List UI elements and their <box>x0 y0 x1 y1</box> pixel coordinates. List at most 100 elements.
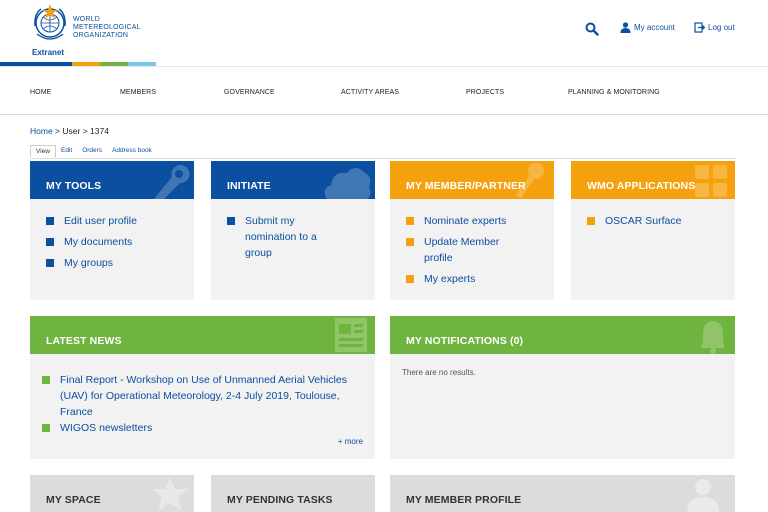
user-icon <box>620 22 631 33</box>
pending-tasks-header: MY PENDING TASKS <box>211 475 375 512</box>
list-item[interactable]: Final Report - Workshop on Use of Unmann… <box>42 372 361 420</box>
bullet-icon <box>227 217 235 225</box>
no-results-text: There are no results. <box>402 368 476 377</box>
nav-home[interactable]: HOME <box>30 89 51 96</box>
my-account-label: My account <box>634 23 675 32</box>
list-item[interactable]: Nominate experts <box>406 213 554 229</box>
breadcrumb: Home > User > 1374 <box>30 126 109 136</box>
list-item[interactable]: My documents <box>46 234 194 250</box>
bullet-icon <box>46 259 54 267</box>
extranet-label: Extranet <box>32 48 65 57</box>
my-space-header: MY SPACE <box>30 475 194 512</box>
logout-icon <box>694 22 705 33</box>
org-name-line2: METEREOLOGICAL <box>73 24 141 31</box>
star-icon <box>152 477 188 511</box>
bullet-icon <box>42 424 50 432</box>
member-partner-title: MY MEMBER/PARTNER <box>406 180 526 192</box>
newspaper-icon <box>335 318 367 352</box>
breadcrumb-id: 1374 <box>90 126 109 136</box>
tools-icon <box>154 165 190 199</box>
tabs-divider <box>30 158 736 159</box>
wmo-applications-card: WMO APPLICATIONS OSCAR Surface <box>571 161 735 300</box>
oscar-surface-link[interactable]: OSCAR Surface <box>605 215 681 227</box>
initiate-card: INITIATE Submit my nomination to a group <box>211 161 375 300</box>
person-icon <box>687 479 719 512</box>
nav-planning-monitoring[interactable]: PLANNING & MONITORING <box>568 89 660 96</box>
list-item[interactable]: My groups <box>46 255 194 271</box>
bullet-icon <box>406 217 414 225</box>
list-item[interactable]: OSCAR Surface <box>587 213 735 229</box>
list-item[interactable]: Submit my nomination to a group <box>227 213 337 261</box>
my-tools-list: Edit user profile My documents My groups <box>30 199 194 271</box>
latest-news-header: LATEST NEWS <box>30 316 375 354</box>
tab-edit[interactable]: Edit <box>56 145 77 158</box>
user-tabs: View Edit Orders Address book <box>30 145 157 158</box>
edit-user-profile-link[interactable]: Edit user profile <box>64 215 137 227</box>
list-item[interactable]: WIGOS newsletters <box>42 420 361 436</box>
latest-news-card: LATEST NEWS Final Report - Workshop on U… <box>30 316 375 459</box>
my-experts-link[interactable]: My experts <box>424 273 475 285</box>
member-partner-card: MY MEMBER/PARTNER Nominate experts Updat… <box>390 161 554 300</box>
news-link[interactable]: Final Report - Workshop on Use of Unmann… <box>60 374 347 418</box>
submit-nomination-link[interactable]: Submit my nomination to a group <box>245 215 317 259</box>
my-account-link[interactable]: My account <box>620 22 675 33</box>
site-header: WORLD METEREOLOGICAL ORGANIZATION Extran… <box>0 0 768 62</box>
main-nav: HOME MEMBERS GOVERNANCE ACTIVITY AREAS P… <box>0 67 768 115</box>
apps-icon <box>695 165 727 197</box>
breadcrumb-home[interactable]: Home <box>30 126 53 136</box>
bell-icon <box>701 321 725 354</box>
member-profile-title: MY MEMBER PROFILE <box>406 494 522 506</box>
member-profile-header: MY MEMBER PROFILE <box>390 475 735 512</box>
search-button[interactable] <box>585 22 599 36</box>
nav-members[interactable]: MEMBERS <box>120 89 156 96</box>
my-tools-card: MY TOOLS Edit user profile My documents … <box>30 161 194 300</box>
nav-governance[interactable]: GOVERNANCE <box>224 89 275 96</box>
initiate-title: INITIATE <box>227 180 271 192</box>
breadcrumb-separator: > <box>80 126 91 136</box>
pending-tasks-card: MY PENDING TASKS <box>211 475 375 512</box>
wmo-logo[interactable] <box>31 4 69 44</box>
nominate-experts-link[interactable]: Nominate experts <box>424 215 506 227</box>
my-space-title: MY SPACE <box>46 494 101 506</box>
breadcrumb-user[interactable]: User <box>62 126 80 136</box>
wmo-applications-list: OSCAR Surface <box>571 199 735 229</box>
list-item[interactable]: Update Member profile <box>406 234 516 266</box>
pending-tasks-title: MY PENDING TASKS <box>227 494 333 506</box>
org-name-line3: ORGANIZATION <box>73 32 129 39</box>
wmo-applications-title: WMO APPLICATIONS <box>587 180 696 192</box>
member-partner-list: Nominate experts Update Member profile M… <box>390 199 554 287</box>
bullet-icon <box>406 238 414 246</box>
list-item[interactable]: Edit user profile <box>46 213 194 229</box>
bullet-icon <box>587 217 595 225</box>
initiate-list: Submit my nomination to a group <box>211 199 375 261</box>
notifications-title: MY NOTIFICATIONS (0) <box>406 335 524 347</box>
tab-address-book[interactable]: Address book <box>107 145 157 158</box>
notifications-card: MY NOTIFICATIONS (0) There are no result… <box>390 316 735 459</box>
bullet-icon <box>406 275 414 283</box>
more-news-link[interactable]: + more <box>338 437 363 446</box>
latest-news-title: LATEST NEWS <box>46 335 122 347</box>
org-name: WORLD METEREOLOGICAL ORGANIZATION <box>73 16 141 40</box>
tab-view[interactable]: View <box>30 145 56 158</box>
member-profile-card: MY MEMBER PROFILE <box>390 475 735 512</box>
log-out-link[interactable]: Log out <box>694 22 735 33</box>
nav-activity-areas[interactable]: ACTIVITY AREAS <box>341 89 399 96</box>
search-icon <box>585 22 599 36</box>
tab-orders[interactable]: Orders <box>77 145 107 158</box>
latest-news-list: Final Report - Workshop on Use of Unmann… <box>30 354 375 436</box>
my-tools-title: MY TOOLS <box>46 180 102 192</box>
nav-projects[interactable]: PROJECTS <box>466 89 504 96</box>
initiate-header: INITIATE <box>211 161 375 199</box>
notifications-header: MY NOTIFICATIONS (0) <box>390 316 735 354</box>
my-tools-header: MY TOOLS <box>30 161 194 199</box>
bullet-icon <box>42 376 50 384</box>
list-item[interactable]: My experts <box>406 271 554 287</box>
update-member-profile-link[interactable]: Update Member profile <box>424 236 499 264</box>
my-groups-link[interactable]: My groups <box>64 257 113 269</box>
wmo-applications-header: WMO APPLICATIONS <box>571 161 735 199</box>
org-name-line1: WORLD <box>73 16 101 23</box>
log-out-label: Log out <box>708 23 735 32</box>
my-documents-link[interactable]: My documents <box>64 236 132 248</box>
news-link[interactable]: WIGOS newsletters <box>60 422 152 434</box>
cloud-icon <box>324 168 371 199</box>
